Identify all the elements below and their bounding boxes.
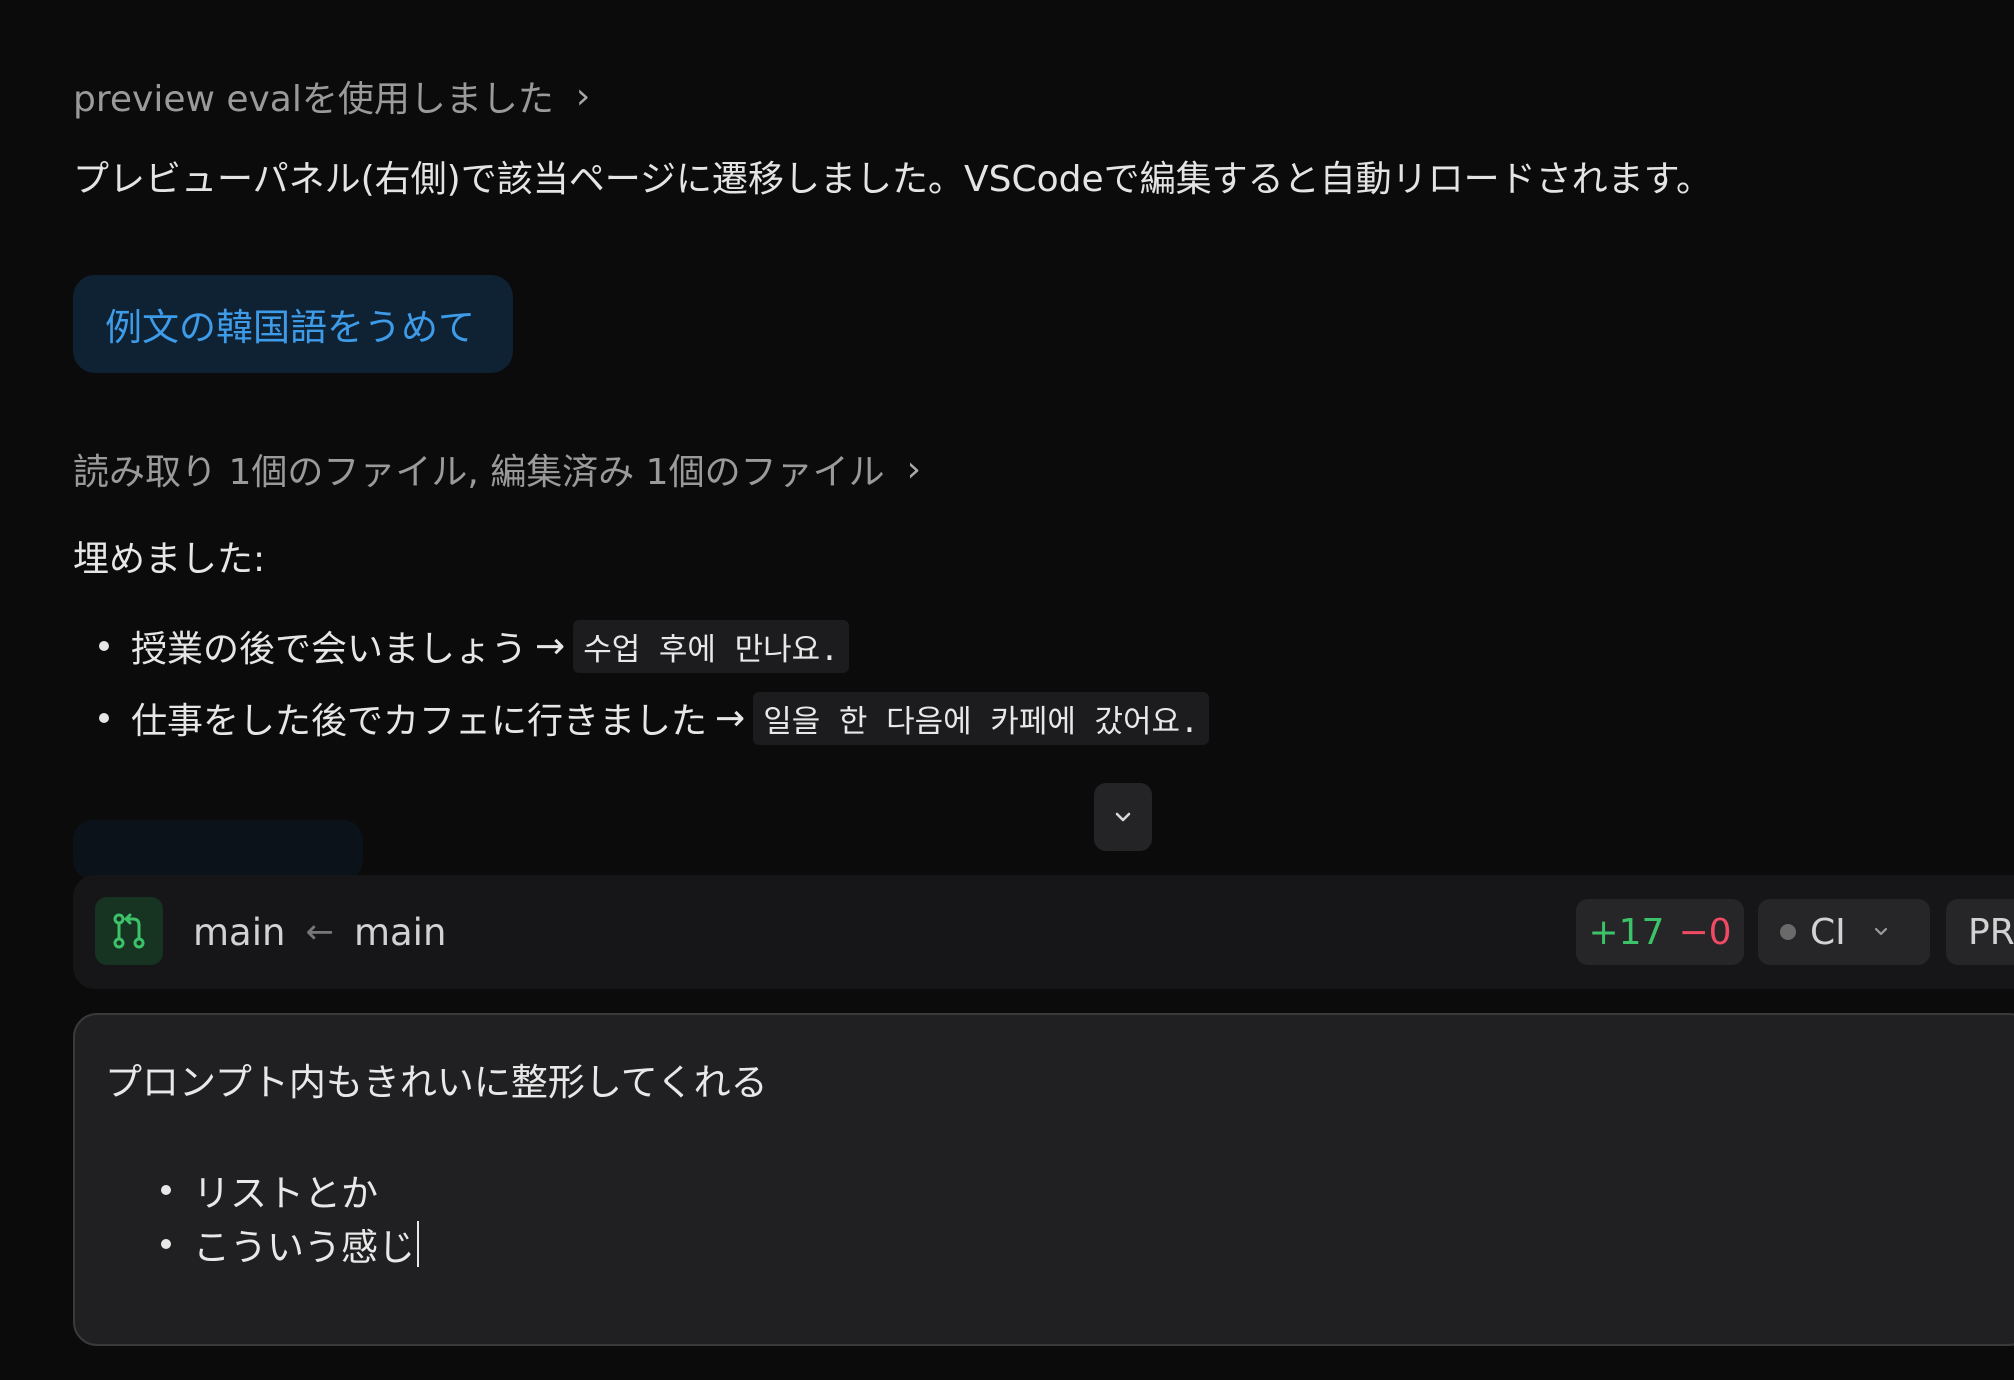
branch-info: main ← main — [193, 875, 446, 989]
ci-label: CI — [1810, 911, 1846, 953]
diff-stats: +17 −0 — [1576, 899, 1744, 965]
prompt-bullet-text: リストとか — [193, 1172, 378, 1215]
target-branch: main — [193, 910, 286, 954]
japanese-text: 授業の後で会いましょう — [131, 629, 528, 670]
git-pull-request-icon — [95, 897, 163, 965]
scroll-to-bottom-button[interactable] — [1094, 783, 1152, 851]
list-item: 授業の後で会いましょう → 수업 후에 만나요. — [73, 610, 1209, 682]
pr-label: PR — [1968, 911, 2014, 953]
arrow-right-icon: → — [715, 697, 746, 739]
list-item: リストとか — [161, 1163, 419, 1217]
korean-code: 일을 한 다음에 카페에 갔어요. — [753, 691, 1209, 745]
arrow-right-icon: → — [535, 625, 566, 667]
pr-button[interactable]: PR — [1946, 899, 2014, 965]
prompt-text-line: プロンプト内もきれいに整形してくれる — [105, 1061, 768, 1104]
tool-call-preview-eval[interactable]: preview evalを使用しました › — [73, 70, 590, 122]
tool-call-files[interactable]: 読み取り 1個のファイル, 編集済み 1個のファイル › — [73, 443, 921, 495]
prompt-list: リストとか こういう感じ — [161, 1163, 419, 1271]
bullet-dot — [161, 1239, 171, 1249]
text-caret — [417, 1221, 419, 1267]
japanese-text: 仕事をした後でカフェに行きました — [131, 701, 708, 742]
additions-count: +17 — [1588, 911, 1665, 953]
chat-page: preview evalを使用しました › プレビューパネル(右側)で該当ページ… — [0, 0, 2014, 1380]
list-item: 仕事をした後でカフェに行きました → 일을 한 다음에 카페에 갔어요. — [73, 682, 1209, 754]
prompt-input[interactable]: プロンプト内もきれいに整形してくれる リストとか こういう感じ — [73, 1013, 2014, 1346]
source-branch: main — [353, 910, 447, 954]
ci-status-dropdown[interactable]: CI — [1758, 899, 1930, 965]
chevron-right-icon: › — [575, 75, 591, 117]
chevron-down-icon — [1115, 812, 1131, 822]
user-message-bubble: 例文の韓国語をうめて — [73, 275, 513, 373]
status-dot-icon — [1780, 924, 1796, 940]
branch-bar: main ← main +17 −0 CI PR — [73, 875, 2014, 989]
faded-message-bubble — [73, 820, 363, 880]
bullet-dot — [99, 641, 109, 651]
prompt-bullet-text: こういう感じ — [193, 1226, 415, 1269]
result-list: 授業の後で会いましょう → 수업 후에 만나요. 仕事をした後でカフェに行きまし… — [73, 610, 1209, 754]
chevron-down-icon — [1874, 927, 1887, 936]
tool-call-label: 読み取り 1個のファイル, 編集済み 1個のファイル — [73, 452, 885, 493]
bullet-dot — [161, 1185, 171, 1195]
list-item: こういう感じ — [161, 1217, 419, 1271]
result-heading: 埋めました: — [73, 539, 266, 580]
chevron-right-icon: › — [906, 448, 921, 490]
tool-call-label: preview evalを使用しました — [73, 79, 554, 120]
arrow-left-icon: ← — [305, 912, 334, 952]
deletions-count: −0 — [1678, 911, 1732, 953]
assistant-message: プレビューパネル(右側)で該当ページに遷移しました。VSCodeで編集すると自動… — [73, 159, 1713, 200]
korean-code: 수업 후에 만나요. — [573, 619, 849, 673]
bullet-dot — [99, 713, 109, 723]
user-message-text: 例文の韓国語をうめて — [105, 306, 475, 349]
